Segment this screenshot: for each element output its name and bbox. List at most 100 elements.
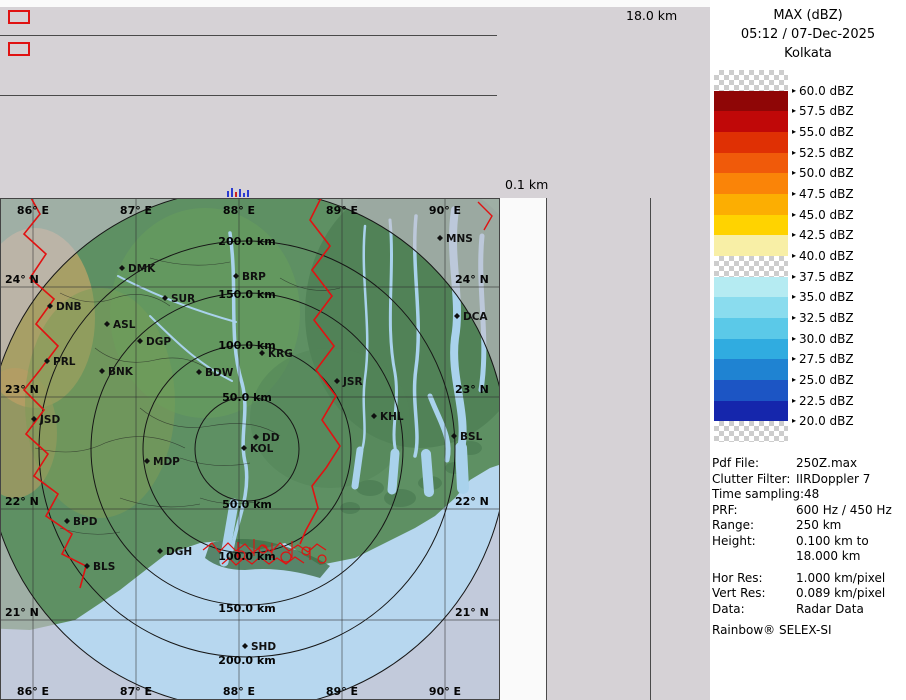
- range-ring-label: 50.0 km: [222, 391, 272, 404]
- scale-tick-arrow-icon: ▸: [792, 417, 796, 425]
- scale-tick-arrow-icon: ▸: [792, 211, 796, 219]
- city-label: DMK: [128, 263, 156, 275]
- scale-value-label: 50.0 dBZ: [799, 166, 854, 180]
- scale-tick-arrow-icon: ▸: [792, 397, 796, 405]
- range-ring-label: 100.0 km: [218, 339, 275, 352]
- scale-label-row: ▸25.0 dBZ: [792, 373, 854, 387]
- scale-value-label: 35.0 dBZ: [799, 290, 854, 304]
- scale-value-label: 37.5 dBZ: [799, 270, 854, 284]
- scale-label-row: ▸50.0 dBZ: [792, 166, 854, 180]
- color-scale-labels: ▸60.0 dBZ▸57.5 dBZ▸55.0 dBZ▸52.5 dBZ▸50.…: [712, 70, 904, 450]
- city-label: ASL: [113, 319, 136, 331]
- scale-value-label: 40.0 dBZ: [799, 249, 854, 263]
- meta-value: 600 Hz / 450 Hz: [796, 503, 892, 517]
- range-ring-label: 200.0 km: [218, 235, 275, 248]
- tick-mark: [243, 193, 245, 197]
- meta-label: Range:: [712, 518, 754, 532]
- height-gridline-min: [546, 198, 547, 700]
- city-label: BRP: [242, 271, 266, 283]
- scale-label-row: ▸32.5 dBZ: [792, 311, 854, 325]
- meta-row: Hor Res: 1.000 km/pixel: [712, 571, 904, 587]
- scale-label-row: ▸37.5 dBZ: [792, 270, 854, 284]
- scale-label-row: ▸20.0 dBZ: [792, 414, 854, 428]
- top-projection-panel: 18.0 km 0.1 km: [0, 0, 710, 198]
- scale-label-row: ▸57.5 dBZ: [792, 104, 854, 118]
- city-label: DCA: [463, 311, 488, 323]
- scale-tick-arrow-icon: ▸: [792, 231, 796, 239]
- meta-row: Pdf File:250Z.max: [712, 456, 904, 472]
- tick-mark: [235, 192, 237, 197]
- tick-mark: [227, 191, 229, 197]
- scale-label-row: ▸55.0 dBZ: [792, 125, 854, 139]
- meta-row: Vert Res:0.089 km/pixel: [712, 586, 904, 602]
- scale-tick-arrow-icon: ▸: [792, 87, 796, 95]
- city-label: BNK: [108, 366, 134, 378]
- meta-value: 18.000 km: [796, 549, 860, 563]
- longitude-label: 89° E: [326, 685, 358, 698]
- scale-value-label: 27.5 dBZ: [799, 352, 854, 366]
- scale-value-label: 32.5 dBZ: [799, 311, 854, 325]
- meta-value: IIRDoppler 7: [796, 472, 870, 486]
- radar-display-window: 18.0 km 0.1 km: [0, 0, 906, 700]
- longitude-label: 88° E: [223, 204, 255, 217]
- longitude-label: 86° E: [17, 204, 49, 217]
- city-label: DGH: [166, 546, 192, 558]
- range-ring-label: 100.0 km: [218, 550, 275, 563]
- meta-label: Rainbow® SELEX-SI: [712, 623, 832, 637]
- meta-label: Hor Res:: [712, 571, 763, 585]
- city-label: SUR: [171, 293, 195, 305]
- side-scale-min-label: 0.1 km: [505, 177, 548, 192]
- scale-label-row: ▸27.5 dBZ: [792, 352, 854, 366]
- meta-value: 250 km: [796, 518, 841, 532]
- scale-label-row: ▸42.5 dBZ: [792, 228, 854, 242]
- scale-label-row: ▸22.5 dBZ: [792, 394, 854, 408]
- scale-value-label: 52.5 dBZ: [799, 146, 854, 160]
- city-label: JSR: [342, 376, 363, 388]
- longitude-label: 88° E: [223, 685, 255, 698]
- meta-value: 1.000 km/pixel: [796, 571, 885, 585]
- scale-value-label: 30.0 dBZ: [799, 332, 854, 346]
- city-label: BPD: [73, 516, 98, 528]
- product-datetime: 05:12 / 07-Dec-2025: [710, 25, 906, 44]
- scale-tick-arrow-icon: ▸: [792, 293, 796, 301]
- scale-value-label: 57.5 dBZ: [799, 104, 854, 118]
- tick-mark: [247, 190, 249, 197]
- city-label: BLS: [93, 561, 115, 573]
- scale-tick-arrow-icon: ▸: [792, 335, 796, 343]
- latitude-label: 24° N: [5, 273, 39, 286]
- meta-row: Rainbow® SELEX-SI: [712, 623, 904, 639]
- meta-value: 0.100 km to: [796, 534, 869, 548]
- city-label: BDW: [205, 367, 234, 379]
- city-label: KOL: [250, 443, 274, 455]
- side-panel-margin: [500, 198, 546, 700]
- scale-value-label: 22.5 dBZ: [799, 394, 854, 408]
- scale-tick-arrow-icon: ▸: [792, 355, 796, 363]
- scale-label-row: ▸60.0 dBZ: [792, 84, 854, 98]
- legend-panel: MAX (dBZ) 05:12 / 07-Dec-2025 Kolkata ▸6…: [710, 0, 906, 700]
- scale-value-label: 45.0 dBZ: [799, 208, 854, 222]
- scale-tick-arrow-icon: ▸: [792, 376, 796, 384]
- top-panel-margin: [0, 0, 710, 7]
- color-scale: ▸60.0 dBZ▸57.5 dBZ▸55.0 dBZ▸52.5 dBZ▸50.…: [712, 70, 904, 450]
- scale-tick-arrow-icon: ▸: [792, 149, 796, 157]
- longitude-label: 89° E: [326, 204, 358, 217]
- meta-label: Pdf File:: [712, 456, 759, 470]
- height-gridline-max: [650, 198, 651, 700]
- echo-tick-marks: [227, 186, 249, 197]
- scale-label-row: ▸35.0 dBZ: [792, 290, 854, 304]
- city-label: DNB: [56, 301, 82, 313]
- latitude-label: 24° N: [455, 273, 489, 286]
- radar-map: MNSDCADMKBRPSURDNBASLDGPKRGPRLBNKBDWJSRK…: [0, 198, 500, 700]
- meta-label: Data:: [712, 602, 745, 616]
- longitude-label: 87° E: [120, 204, 152, 217]
- scale-value-label: 60.0 dBZ: [799, 84, 854, 98]
- meta-label: Clutter Filter:: [712, 472, 790, 486]
- longitude-label: 90° E: [429, 204, 461, 217]
- scale-tick-arrow-icon: ▸: [792, 128, 796, 136]
- city-label: MDP: [153, 456, 180, 468]
- scale-tick-arrow-icon: ▸: [792, 169, 796, 177]
- latitude-label: 22° N: [455, 495, 489, 508]
- longitude-label: 90° E: [429, 685, 461, 698]
- city-label: DGP: [146, 336, 171, 348]
- scale-tick-arrow-icon: ▸: [792, 190, 796, 198]
